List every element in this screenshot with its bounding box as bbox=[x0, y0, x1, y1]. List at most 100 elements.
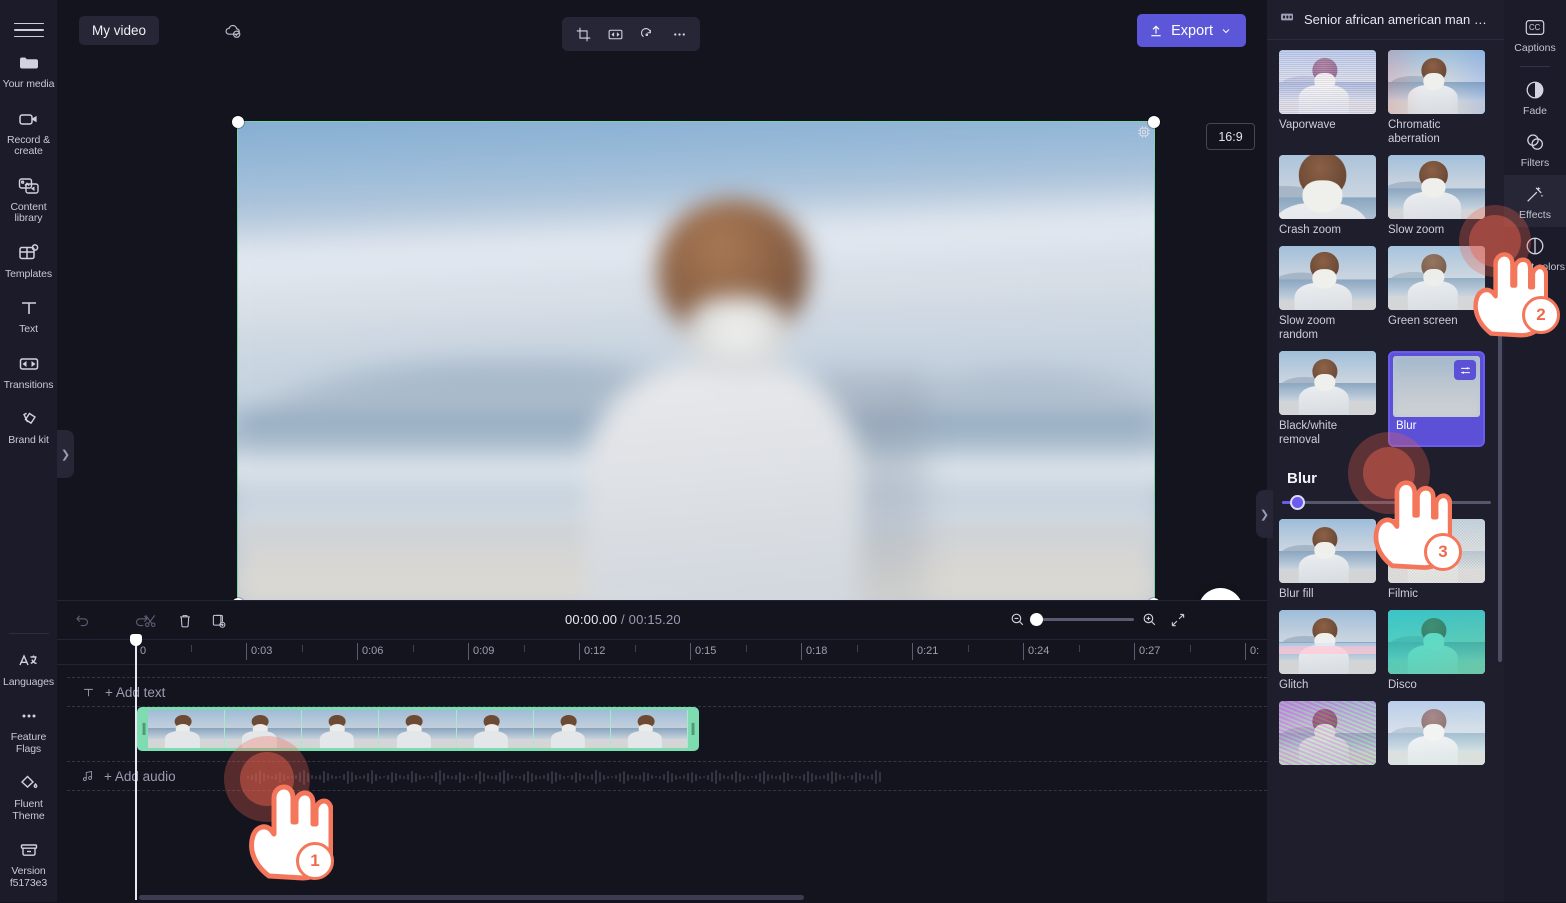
sidebar-item-brand-kit[interactable]: Brand kit bbox=[0, 398, 57, 454]
waveform-bar bbox=[667, 771, 669, 783]
waveform-bar bbox=[351, 772, 353, 782]
ellipsis-icon bbox=[17, 704, 41, 728]
collapse-left-panel-button[interactable]: ❯ bbox=[57, 430, 74, 478]
aspect-ratio-badge[interactable]: 16:9 bbox=[1206, 123, 1255, 150]
theme-paint-icon bbox=[17, 771, 41, 795]
effect-card-unlabeled-pink[interactable] bbox=[1279, 701, 1376, 769]
selection-handle-top-left[interactable] bbox=[232, 116, 244, 128]
svg-text:CC: CC bbox=[1529, 23, 1541, 32]
waveform-bar bbox=[835, 772, 837, 782]
waveform-bar bbox=[571, 774, 573, 780]
duplicate-icon[interactable] bbox=[205, 608, 233, 634]
effect-card-chromatic-aberration[interactable]: Chromatic aberration bbox=[1388, 50, 1485, 146]
sidebar-item-feature-flags[interactable]: Feature Flags bbox=[0, 695, 57, 762]
sidebar-item-content-library[interactable]: Content library bbox=[0, 165, 57, 232]
cloud-saved-icon[interactable] bbox=[222, 20, 244, 47]
effect-settings-button[interactable] bbox=[1454, 360, 1476, 380]
video-clip[interactable]: ║ ║ bbox=[137, 707, 699, 751]
waveform-bar bbox=[427, 776, 429, 778]
waveform-bar bbox=[731, 774, 733, 780]
clip-mini-toolbar bbox=[562, 17, 700, 51]
tab-effects[interactable]: Effects bbox=[1504, 175, 1566, 227]
sidebar-label: Transitions bbox=[3, 378, 54, 391]
crop-icon[interactable] bbox=[569, 21, 597, 47]
zoom-in-icon[interactable] bbox=[1141, 611, 1158, 628]
tab-adjust-colors[interactable]: Adjust colors bbox=[1504, 227, 1566, 279]
ruler-minor-tick bbox=[745, 645, 747, 652]
effect-card-unlabeled-neon[interactable] bbox=[1388, 701, 1485, 769]
rotate-icon[interactable] bbox=[633, 21, 661, 47]
effect-card-slow-zoom[interactable]: Slow zoom bbox=[1388, 155, 1485, 237]
effect-thumbnail bbox=[1279, 50, 1376, 114]
collapse-right-panel-button[interactable]: ❯ bbox=[1256, 490, 1273, 538]
sidebar-item-templates[interactable]: Templates bbox=[0, 232, 57, 288]
sidebar-item-fluent-theme[interactable]: Fluent Theme bbox=[0, 762, 57, 829]
hamburger-menu-icon[interactable] bbox=[13, 18, 44, 42]
effect-card-vaporwave[interactable]: Vaporwave bbox=[1279, 50, 1376, 146]
tab-captions[interactable]: CC Captions bbox=[1504, 8, 1566, 60]
project-name-field[interactable]: My video bbox=[79, 16, 160, 45]
chevron-down-icon bbox=[1222, 28, 1230, 33]
ruler-minor-tick bbox=[634, 645, 636, 652]
waveform-bar bbox=[463, 773, 465, 781]
tab-speed[interactable]: Speed bbox=[1504, 279, 1566, 331]
effect-card-slow-zoom-random[interactable]: Slow zoom random bbox=[1279, 246, 1376, 342]
playhead[interactable] bbox=[130, 634, 142, 900]
clip-box[interactable]: ║ ║ bbox=[137, 707, 699, 751]
redo-icon[interactable] bbox=[103, 608, 148, 634]
zoom-out-icon[interactable] bbox=[1009, 611, 1026, 628]
tab-fade[interactable]: Fade bbox=[1504, 71, 1566, 123]
text-track[interactable]: + Add text bbox=[67, 677, 1267, 707]
effect-card-blur[interactable]: Blur bbox=[1388, 351, 1485, 447]
export-button[interactable]: Export bbox=[1137, 14, 1246, 47]
fit-fill-icon[interactable] bbox=[601, 21, 629, 47]
clip-trim-handle-left[interactable]: ║ bbox=[139, 709, 148, 749]
ruler-tick-label: 0 bbox=[140, 645, 147, 657]
effects-panel-header: Senior african american man sm... bbox=[1267, 0, 1504, 40]
gpu-chip-icon[interactable] bbox=[1135, 123, 1153, 141]
sidebar-label: Text bbox=[19, 323, 38, 335]
waveform-bar bbox=[299, 772, 301, 782]
blur-slider[interactable] bbox=[1282, 495, 1491, 510]
blur-slider-knob[interactable] bbox=[1290, 495, 1306, 510]
effects-panel-scrollbar[interactable] bbox=[1498, 302, 1502, 662]
zoom-slider[interactable] bbox=[1030, 613, 1134, 626]
clip-thumbnail-strip bbox=[148, 710, 688, 748]
sidebar-label: Content library bbox=[10, 200, 47, 224]
waveform-bar bbox=[755, 775, 757, 779]
sidebar-item-text[interactable]: Text bbox=[0, 287, 57, 343]
waveform-bar bbox=[751, 776, 753, 778]
trash-icon[interactable] bbox=[171, 608, 199, 634]
clip-trim-handle-right[interactable]: ║ bbox=[688, 709, 697, 749]
sidebar-item-record-create[interactable]: Record & create bbox=[0, 98, 57, 165]
timeline-ruler[interactable]: 0 0:03 0:06 0:09 0:12 0:15 0:18 0:21 0:24 0:27 0: bbox=[57, 639, 1267, 665]
sidebar-item-your-media[interactable]: Your media bbox=[0, 42, 57, 98]
effect-card-blur-fill[interactable]: Blur fill bbox=[1279, 519, 1376, 601]
sidebar-item-transitions[interactable]: Transitions bbox=[0, 343, 57, 399]
tab-filters[interactable]: Filters bbox=[1504, 123, 1566, 175]
waveform-bar bbox=[419, 774, 421, 780]
zoom-slider-knob[interactable] bbox=[1030, 613, 1043, 626]
preview-stage: 16:9 CC 5 bbox=[57, 60, 1273, 664]
effect-card-black-white-removal[interactable]: Black/white removal bbox=[1279, 351, 1376, 447]
fit-timeline-icon[interactable] bbox=[1169, 611, 1187, 629]
video-preview[interactable] bbox=[237, 121, 1155, 605]
sidebar-item-version[interactable]: Version f5173e3 bbox=[0, 829, 57, 896]
effect-card-glitch[interactable]: Glitch bbox=[1279, 610, 1376, 692]
undo-icon[interactable] bbox=[69, 608, 97, 634]
effect-card-crash-zoom[interactable]: Crash zoom bbox=[1279, 155, 1376, 237]
waveform-bar bbox=[371, 770, 373, 784]
effect-card-filmic[interactable]: Filmic bbox=[1388, 519, 1485, 601]
more-options-icon[interactable] bbox=[665, 21, 693, 47]
effect-card-disco[interactable]: Disco bbox=[1388, 610, 1485, 692]
effects-panel-body[interactable]: Vaporwave Chromatic aberration Crash zoo… bbox=[1267, 40, 1504, 902]
waveform-bar bbox=[563, 775, 565, 779]
waveform-bar bbox=[775, 775, 777, 779]
effect-card-green-screen[interactable]: Green screen bbox=[1388, 246, 1485, 342]
playhead-knob[interactable] bbox=[130, 634, 142, 646]
waveform-bar bbox=[471, 776, 473, 778]
sidebar-item-languages[interactable]: Languages bbox=[0, 640, 57, 696]
waveform-bar bbox=[543, 775, 545, 779]
tab-label: Effects bbox=[1519, 209, 1551, 221]
timeline-horizontal-scrollbar[interactable] bbox=[139, 895, 804, 900]
